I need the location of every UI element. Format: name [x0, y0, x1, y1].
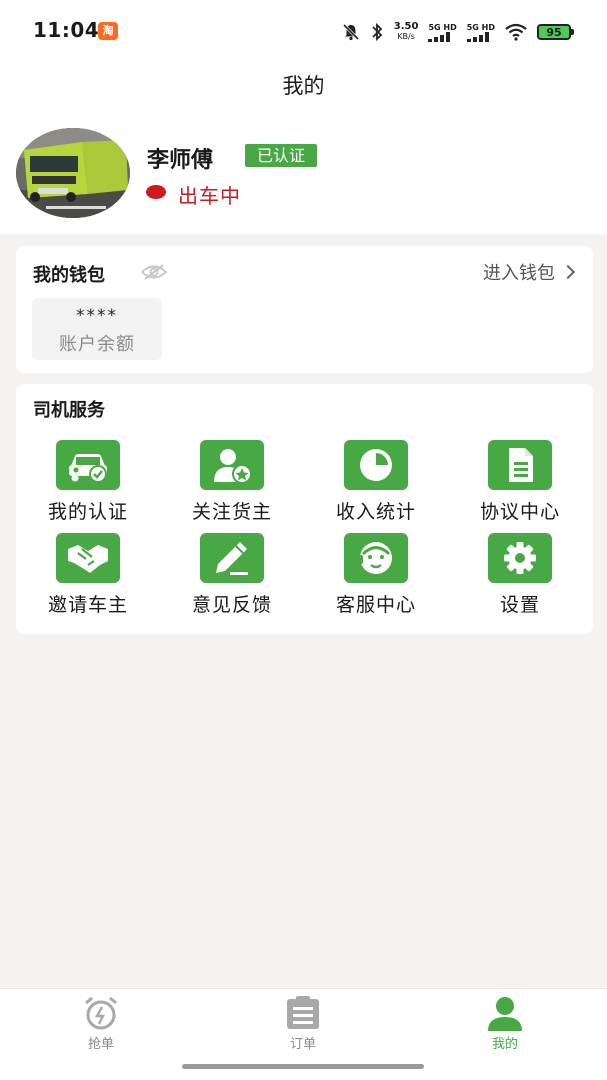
- bluetooth-icon: [372, 22, 383, 42]
- avatar[interactable]: [16, 128, 130, 218]
- signal-bars-icon: [466, 31, 489, 42]
- taobao-notification-icon: 淘: [98, 22, 118, 40]
- service-income-stats[interactable]: 收入统计: [304, 440, 448, 533]
- driving-status[interactable]: 出车中: [178, 180, 241, 209]
- battery-level: 95: [546, 25, 562, 39]
- net-speed-value: 3.50: [393, 21, 419, 32]
- service-customer-center[interactable]: 客服中心: [304, 533, 448, 626]
- customer-service-icon: [344, 533, 408, 583]
- service-label: 关注货主: [191, 501, 272, 523]
- service-settings[interactable]: 设置: [448, 533, 592, 626]
- clipboard-icon: [287, 996, 319, 1029]
- home-indicator[interactable]: [182, 1064, 424, 1069]
- service-label: 收入统计: [335, 501, 416, 523]
- document-icon: [488, 440, 552, 490]
- status-time: 11:04: [33, 18, 100, 42]
- battery-icon: 95: [537, 24, 574, 40]
- service-feedback[interactable]: 意见反馈: [160, 533, 304, 626]
- service-grid: 我的认证 关注货主 收入统计 协议中心 邀请车主 意见反馈 客服中心 设置: [16, 440, 593, 626]
- nav-tab-orders[interactable]: 订单: [243, 995, 363, 1052]
- service-follow-shipper[interactable]: 关注货主: [160, 440, 304, 533]
- user-name: 李师傅: [147, 148, 214, 173]
- nav-tab-mine[interactable]: 我的: [445, 995, 565, 1052]
- service-label: 协议中心: [479, 501, 560, 523]
- services-title: 司机服务: [33, 400, 105, 421]
- nav-label: 抢单: [87, 1037, 114, 1052]
- profile-section: 李师傅 已认证 出车中: [0, 110, 607, 234]
- screen: 11:04 淘 3.50 KB/s 5G HD 5G HD 95 我的 李师傅 …: [0, 0, 607, 1080]
- service-label: 邀请车主: [47, 594, 128, 616]
- pencil-edit-icon: [200, 533, 264, 583]
- alarm-clock-icon: [85, 996, 117, 1030]
- user-star-icon: [200, 440, 264, 490]
- service-label: 客服中心: [335, 594, 416, 616]
- network-speed: 3.50 KB/s: [394, 22, 419, 42]
- enter-wallet-label: 进入钱包: [483, 263, 555, 284]
- balance-box[interactable]: **** 账户余额: [32, 298, 162, 360]
- pie-chart-icon: [344, 440, 408, 490]
- chevron-right-icon: [560, 264, 576, 280]
- nav-label: 订单: [289, 1037, 316, 1052]
- wallet-title: 我的钱包: [33, 265, 105, 286]
- mute-bell-icon: [342, 23, 359, 41]
- verified-badge: 已认证: [245, 144, 318, 167]
- signal-sim2: 5G HD: [466, 22, 495, 42]
- status-dot-icon: [146, 185, 166, 199]
- signal-sim2-label: 5G HD: [466, 22, 495, 32]
- net-speed-unit: KB/s: [397, 32, 415, 41]
- driver-services-card: 司机服务 我的认证 关注货主 收入统计 协议中心 邀请车主 意见反馈 客服中心 …: [16, 384, 593, 634]
- enter-wallet-link[interactable]: 进入钱包: [483, 259, 576, 285]
- signal-sim1: 5G HD: [428, 22, 457, 42]
- signal-bars-icon: [428, 31, 451, 42]
- service-label: 意见反馈: [191, 594, 272, 616]
- person-icon: [488, 997, 522, 1031]
- truck-photo: [16, 128, 130, 218]
- nav-tab-grab-order[interactable]: 抢单: [41, 995, 161, 1052]
- balance-value: ****: [76, 306, 118, 326]
- service-label: 我的认证: [47, 501, 128, 523]
- car-check-icon: [56, 440, 120, 490]
- wallet-card: 我的钱包 进入钱包 **** 账户余额: [16, 246, 593, 373]
- signal-sim1-label: 5G HD: [428, 22, 457, 32]
- balance-label: 账户余额: [59, 334, 135, 355]
- wifi-icon: [505, 23, 527, 41]
- gear-icon: [488, 533, 552, 583]
- nav-label: 我的: [491, 1037, 518, 1052]
- handshake-icon: [56, 533, 120, 583]
- page-title: 我的: [0, 62, 607, 110]
- status-icons: 3.50 KB/s 5G HD 5G HD 95: [342, 20, 574, 44]
- service-my-certification[interactable]: 我的认证: [16, 440, 160, 533]
- status-bar: 11:04 淘 3.50 KB/s 5G HD 5G HD 95: [0, 0, 607, 62]
- service-label: 设置: [499, 594, 540, 616]
- service-agreement-center[interactable]: 协议中心: [448, 440, 592, 533]
- service-invite-owner[interactable]: 邀请车主: [16, 533, 160, 626]
- eye-hidden-icon[interactable]: [140, 262, 168, 282]
